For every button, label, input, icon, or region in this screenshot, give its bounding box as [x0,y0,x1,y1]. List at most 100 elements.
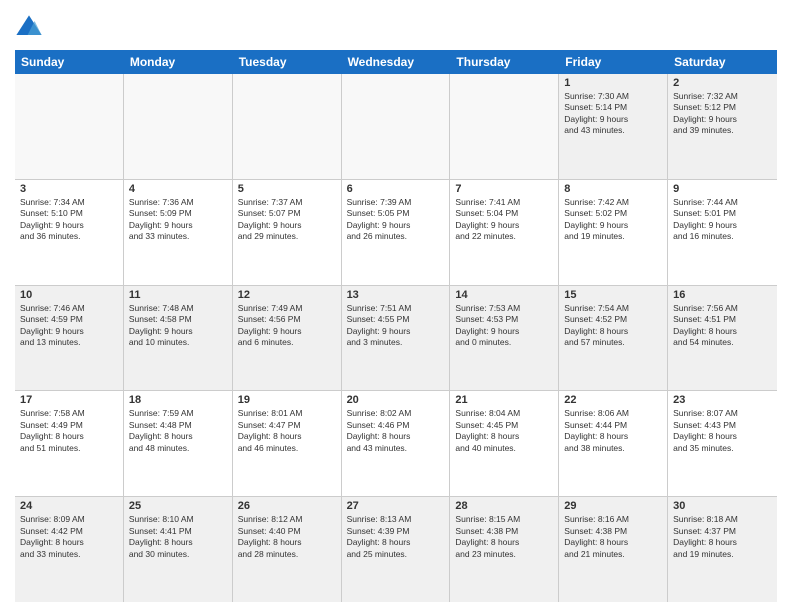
day-number: 16 [673,289,772,301]
header-cell-tuesday: Tuesday [233,50,342,74]
day-cell-22: 22Sunrise: 8:06 AM Sunset: 4:44 PM Dayli… [559,391,668,496]
day-info: Sunrise: 7:58 AM Sunset: 4:49 PM Dayligh… [20,408,118,454]
empty-cell [233,74,342,179]
day-cell-14: 14 Sunrise: 7:53 AM Sunset: 4:53 PM Dayli… [450,286,559,391]
page: SundayMondayTuesdayWednesdayThursdayFrid… [0,0,792,612]
day-number: 25 [129,500,227,512]
day-info: Sunrise: 7:54 AM Sunset: 4:52 PM Dayligh… [564,303,662,349]
day-number: 28 [455,500,553,512]
empty-cell [342,74,451,179]
logo [15,14,47,42]
calendar-row-0: 1 Sunrise: 7:30 AM Sunset: 5:14 PM Daylig… [15,74,777,180]
day-cell-15: 15Sunrise: 7:54 AM Sunset: 4:52 PM Dayli… [559,286,668,391]
day-info: Sunrise: 7:48 AM Sunset: 4:58 PM Dayligh… [129,303,227,349]
day-info: Sunrise: 8:09 AM Sunset: 4:42 PM Dayligh… [20,514,118,560]
day-info: Sunrise: 8:02 AM Sunset: 4:46 PM Dayligh… [347,408,445,454]
day-number: 20 [347,394,445,406]
day-number: 26 [238,500,336,512]
empty-cell [124,74,233,179]
day-info: Sunrise: 7:36 AM Sunset: 5:09 PM Dayligh… [129,197,227,243]
header-cell-thursday: Thursday [450,50,559,74]
day-number: 6 [347,183,445,195]
day-info: Sunrise: 8:10 AM Sunset: 4:41 PM Dayligh… [129,514,227,560]
empty-cell [15,74,124,179]
header-cell-sunday: Sunday [15,50,124,74]
day-cell-30: 30 Sunrise: 8:18 AM Sunset: 4:37 PM Dayli… [668,497,777,602]
day-number: 2 [673,77,772,89]
header [15,10,777,42]
day-info: Sunrise: 7:30 AM Sunset: 5:14 PM Dayligh… [564,91,662,137]
calendar-body: 1 Sunrise: 7:30 AM Sunset: 5:14 PM Daylig… [15,74,777,602]
day-cell-3: 3 Sunrise: 7:34 AM Sunset: 5:10 PM Daylig… [15,180,124,285]
day-number: 18 [129,394,227,406]
day-info: Sunrise: 8:07 AM Sunset: 4:43 PM Dayligh… [673,408,772,454]
day-cell-19: 19 Sunrise: 8:01 AM Sunset: 4:47 PM Dayli… [233,391,342,496]
day-cell-2: 2 Sunrise: 7:32 AM Sunset: 5:12 PM Daylig… [668,74,777,179]
calendar-header: SundayMondayTuesdayWednesdayThursdayFrid… [15,50,777,74]
day-number: 9 [673,183,772,195]
day-number: 5 [238,183,336,195]
day-cell-20: 20 Sunrise: 8:02 AM Sunset: 4:46 PM Dayli… [342,391,451,496]
header-cell-monday: Monday [124,50,233,74]
day-info: Sunrise: 8:06 AM Sunset: 4:44 PM Dayligh… [564,408,662,454]
day-cell-5: 5 Sunrise: 7:37 AM Sunset: 5:07 PM Daylig… [233,180,342,285]
day-cell-26: 26 Sunrise: 8:12 AM Sunset: 4:40 PM Dayli… [233,497,342,602]
day-info: Sunrise: 7:59 AM Sunset: 4:48 PM Dayligh… [129,408,227,454]
day-number: 21 [455,394,553,406]
day-number: 7 [455,183,553,195]
day-info: Sunrise: 7:39 AM Sunset: 5:05 PM Dayligh… [347,197,445,243]
day-number: 23 [673,394,772,406]
day-number: 3 [20,183,118,195]
header-cell-friday: Friday [559,50,668,74]
day-cell-28: 28 Sunrise: 8:15 AM Sunset: 4:38 PM Dayli… [450,497,559,602]
calendar-row-2: 10Sunrise: 7:46 AM Sunset: 4:59 PM Dayli… [15,286,777,392]
day-cell-25: 25 Sunrise: 8:10 AM Sunset: 4:41 PM Dayli… [124,497,233,602]
day-info: Sunrise: 8:04 AM Sunset: 4:45 PM Dayligh… [455,408,553,454]
day-cell-9: 9 Sunrise: 7:44 AM Sunset: 5:01 PM Daylig… [668,180,777,285]
day-number: 27 [347,500,445,512]
empty-cell [450,74,559,179]
day-number: 13 [347,289,445,301]
logo-icon [15,14,43,42]
day-info: Sunrise: 8:13 AM Sunset: 4:39 PM Dayligh… [347,514,445,560]
day-number: 24 [20,500,118,512]
day-number: 19 [238,394,336,406]
day-number: 17 [20,394,118,406]
calendar-row-3: 17 Sunrise: 7:58 AM Sunset: 4:49 PM Dayli… [15,391,777,497]
day-number: 12 [238,289,336,301]
day-number: 14 [455,289,553,301]
day-cell-24: 24 Sunrise: 8:09 AM Sunset: 4:42 PM Dayli… [15,497,124,602]
day-number: 10 [20,289,118,301]
day-info: Sunrise: 7:42 AM Sunset: 5:02 PM Dayligh… [564,197,662,243]
day-cell-11: 11 Sunrise: 7:48 AM Sunset: 4:58 PM Dayli… [124,286,233,391]
day-info: Sunrise: 7:32 AM Sunset: 5:12 PM Dayligh… [673,91,772,137]
day-cell-16: 16 Sunrise: 7:56 AM Sunset: 4:51 PM Dayli… [668,286,777,391]
day-cell-4: 4Sunrise: 7:36 AM Sunset: 5:09 PM Daylig… [124,180,233,285]
day-cell-6: 6 Sunrise: 7:39 AM Sunset: 5:05 PM Daylig… [342,180,451,285]
day-cell-10: 10Sunrise: 7:46 AM Sunset: 4:59 PM Dayli… [15,286,124,391]
day-cell-12: 12Sunrise: 7:49 AM Sunset: 4:56 PM Dayli… [233,286,342,391]
header-cell-wednesday: Wednesday [342,50,451,74]
day-number: 11 [129,289,227,301]
day-cell-18: 18 Sunrise: 7:59 AM Sunset: 4:48 PM Dayli… [124,391,233,496]
day-info: Sunrise: 7:37 AM Sunset: 5:07 PM Dayligh… [238,197,336,243]
day-info: Sunrise: 8:12 AM Sunset: 4:40 PM Dayligh… [238,514,336,560]
day-info: Sunrise: 7:53 AM Sunset: 4:53 PM Dayligh… [455,303,553,349]
calendar: SundayMondayTuesdayWednesdayThursdayFrid… [15,50,777,602]
day-info: Sunrise: 8:01 AM Sunset: 4:47 PM Dayligh… [238,408,336,454]
day-number: 1 [564,77,662,89]
day-info: Sunrise: 8:18 AM Sunset: 4:37 PM Dayligh… [673,514,772,560]
day-number: 30 [673,500,772,512]
day-cell-1: 1 Sunrise: 7:30 AM Sunset: 5:14 PM Daylig… [559,74,668,179]
calendar-row-4: 24 Sunrise: 8:09 AM Sunset: 4:42 PM Dayli… [15,497,777,602]
day-cell-7: 7 Sunrise: 7:41 AM Sunset: 5:04 PM Daylig… [450,180,559,285]
header-cell-saturday: Saturday [668,50,777,74]
day-info: Sunrise: 7:41 AM Sunset: 5:04 PM Dayligh… [455,197,553,243]
day-info: Sunrise: 8:15 AM Sunset: 4:38 PM Dayligh… [455,514,553,560]
day-info: Sunrise: 7:34 AM Sunset: 5:10 PM Dayligh… [20,197,118,243]
day-cell-29: 29Sunrise: 8:16 AM Sunset: 4:38 PM Dayli… [559,497,668,602]
day-info: Sunrise: 7:44 AM Sunset: 5:01 PM Dayligh… [673,197,772,243]
day-info: Sunrise: 8:16 AM Sunset: 4:38 PM Dayligh… [564,514,662,560]
day-info: Sunrise: 7:51 AM Sunset: 4:55 PM Dayligh… [347,303,445,349]
day-info: Sunrise: 7:56 AM Sunset: 4:51 PM Dayligh… [673,303,772,349]
